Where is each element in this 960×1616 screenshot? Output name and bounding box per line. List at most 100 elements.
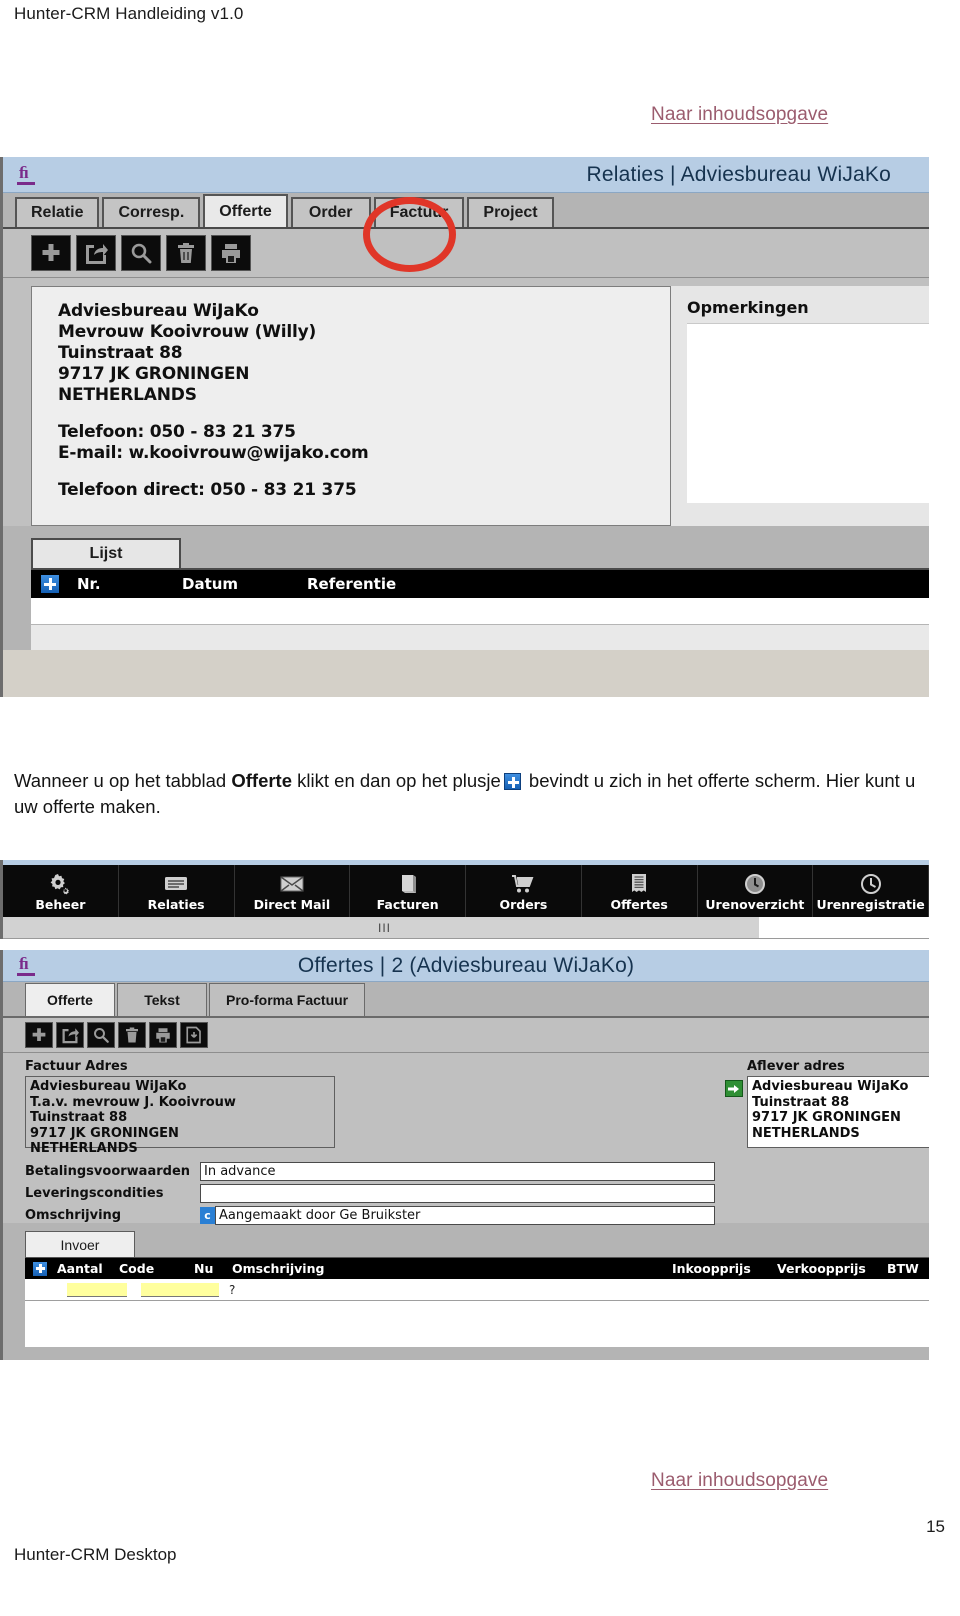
tab2-proforma-factuur[interactable]: Pro-forma Factuur <box>209 983 366 1016</box>
screenshot-relaties-window: ﬁ Relaties | Adviesbureau WiJaKo Relatie… <box>0 157 929 697</box>
delivery-address-box[interactable]: Adviesbureau WiJaKo Tuinstraat 88 9717 J… <box>747 1076 929 1148</box>
address-phone-direct: Telefoon direct: 050 - 83 21 375 <box>58 480 357 500</box>
inv-line4: 9717 JK GRONINGEN <box>30 1125 179 1141</box>
add-icon[interactable] <box>25 1022 53 1048</box>
label-betalingsvoorwaarden: Betalingsvoorwaarden <box>25 1164 191 1179</box>
tab-offerte[interactable]: Offerte <box>203 194 288 227</box>
book-icon <box>398 872 418 896</box>
grid-add-icon[interactable] <box>41 575 59 593</box>
tab-relatie[interactable]: Relatie <box>15 197 100 227</box>
export-icon[interactable] <box>76 235 116 271</box>
clock-icon <box>744 872 766 896</box>
nav-item-urenregistratie[interactable]: Urenregistratie <box>813 865 929 917</box>
input-omschrijving[interactable]: Aangemaakt door Ge Bruikster <box>215 1206 715 1225</box>
toc-link-bottom[interactable]: Naar inhoudsopgave <box>651 1470 828 1492</box>
invoer-grid-header: Aantal Code Nu Omschrijving Inkoopprijs … <box>25 1257 929 1279</box>
toc-link-top[interactable]: Naar inhoudsopgave <box>651 104 828 126</box>
nav-item-relaties[interactable]: Relaties <box>119 865 235 917</box>
add-icon[interactable] <box>31 235 71 271</box>
nav-item-urenoverzicht[interactable]: Urenoverzicht <box>698 865 814 917</box>
delete-icon[interactable] <box>118 1022 146 1048</box>
inv-line1: Adviesbureau WiJaKo <box>30 1079 187 1094</box>
delete-icon[interactable] <box>166 235 206 271</box>
tab-corresp[interactable]: Corresp. <box>102 197 201 227</box>
address-city: 9717 JK GRONINGEN <box>58 364 250 384</box>
nav-item-direct-mail[interactable]: Direct Mail <box>235 865 351 917</box>
field-omschrijving: Omschrijving c Aangemaakt door Ge Bruiks… <box>25 1206 715 1225</box>
nav-label-orders: Orders <box>499 897 548 912</box>
window-title: Relaties | Adviesbureau WiJaKo <box>586 162 891 186</box>
window-titlebar: ﬁ Relaties | Adviesbureau WiJaKo <box>3 157 929 193</box>
column-omschrijving: Omschrijving <box>232 1261 325 1276</box>
tab2-offerte[interactable]: Offerte <box>25 983 115 1016</box>
cell-code[interactable] <box>141 1282 219 1297</box>
label-leveringscondities: Leveringscondities <box>25 1186 164 1201</box>
print-icon[interactable] <box>149 1022 177 1048</box>
column-referentie: Referentie <box>307 575 397 593</box>
tab-order[interactable]: Order <box>290 197 371 227</box>
par-part2: klikt en dan op het plusje <box>292 770 501 791</box>
navbar-splitter[interactable]: III <box>3 917 929 939</box>
nav-item-orders[interactable]: Orders <box>466 865 582 917</box>
grid-empty-row[interactable] <box>31 598 929 624</box>
column-btw: BTW <box>887 1261 919 1276</box>
list-section: Lijst Nr. Datum Referentie <box>3 526 929 650</box>
envelope-icon <box>279 872 305 896</box>
nav-label-offertes: Offertes <box>610 897 668 912</box>
window2-toolbar <box>3 1018 929 1053</box>
column-datum: Datum <box>182 575 239 593</box>
del-line2: Tuinstraat 88 <box>752 1094 850 1110</box>
invoer-section: Invoer Aantal Code Nu Omschrijving Inkoo… <box>3 1223 929 1360</box>
remarks-label: Opmerkingen <box>687 298 809 317</box>
column-nr: Nr. <box>77 575 101 593</box>
invoer-empty-area[interactable] <box>25 1301 929 1347</box>
invoice-address-box[interactable]: Adviesbureau WiJaKo T.a.v. mevrouw J. Ko… <box>25 1076 335 1156</box>
nav-item-beheer[interactable]: Beheer <box>3 865 119 917</box>
address-street: Tuinstraat 88 <box>58 343 183 363</box>
remarks-textarea[interactable] <box>687 323 929 503</box>
delivery-address-label: Aflever adres <box>747 1059 845 1074</box>
offers-grid-header: Nr. Datum Referentie <box>31 568 929 598</box>
export-icon[interactable] <box>56 1022 84 1048</box>
search-icon[interactable] <box>87 1022 115 1048</box>
tab2-tekst[interactable]: Tekst <box>117 983 207 1016</box>
grid-add-icon[interactable] <box>33 1261 47 1276</box>
grip-handle: III <box>378 920 392 935</box>
tab-invoer[interactable]: Invoer <box>25 1231 135 1257</box>
inv-line2: T.a.v. mevrouw J. Kooivrouw <box>30 1094 236 1110</box>
invoer-input-row[interactable]: ? <box>25 1279 929 1301</box>
address-contact: Mevrouw Kooivrouw (Willy) <box>58 322 317 342</box>
relatie-detail-panel: Adviesbureau WiJaKo Mevrouw Kooivrouw (W… <box>3 278 929 526</box>
cell-nu: ? <box>229 1282 236 1297</box>
delivery-address-group: Aflever adres Adviesbureau WiJaKo Tuinst… <box>725 1059 929 1223</box>
cell-aantal[interactable] <box>67 1282 127 1297</box>
main-tabstrip: Relatie Corresp. Offerte Order Factuur P… <box>3 193 929 229</box>
field-leveringscondities: Leveringscondities <box>25 1184 715 1203</box>
nav-item-offertes[interactable]: Offertes <box>582 865 698 917</box>
address-email: E-mail: w.kooivrouw@wijako.com <box>58 443 369 463</box>
tab-lijst[interactable]: Lijst <box>31 538 181 568</box>
grid-filler-row <box>31 624 929 650</box>
save-icon[interactable] <box>180 1022 208 1048</box>
invoice-address-group: Factuur Adres Adviesbureau WiJaKo T.a.v.… <box>25 1059 715 1225</box>
nav-item-facturen[interactable]: Facturen <box>350 865 466 917</box>
field-betalingsvoorwaarden: Betalingsvoorwaarden In advance <box>25 1162 715 1181</box>
omschrijving-badge-icon[interactable]: c <box>200 1207 215 1224</box>
address-block: Adviesbureau WiJaKo Mevrouw Kooivrouw (W… <box>31 286 671 526</box>
cart-icon <box>510 872 536 896</box>
crm-main-navbar: Beheer Relaties Direct Mail Facturen Ord <box>3 865 929 917</box>
par-bold-offerte: Offerte <box>231 770 293 791</box>
nav-label-direct-mail: Direct Mail <box>253 897 331 912</box>
input-leveringscondities[interactable] <box>200 1184 715 1203</box>
copy-address-arrow-icon[interactable] <box>725 1080 743 1097</box>
crm-navbar-wrapper: Beheer Relaties Direct Mail Facturen Ord <box>0 860 929 939</box>
input-betalingsvoorwaarden[interactable]: In advance <box>200 1162 715 1181</box>
search-icon[interactable] <box>121 235 161 271</box>
print-icon[interactable] <box>211 235 251 271</box>
tab-project[interactable]: Project <box>467 197 554 227</box>
contacts-icon <box>163 872 189 896</box>
offerte-form-panel: Factuur Adres Adviesbureau WiJaKo T.a.v.… <box>3 1053 929 1225</box>
document-icon <box>630 872 648 896</box>
nav-label-urenregistratie: Urenregistratie <box>816 897 925 912</box>
column-aantal: Aantal <box>57 1261 103 1276</box>
